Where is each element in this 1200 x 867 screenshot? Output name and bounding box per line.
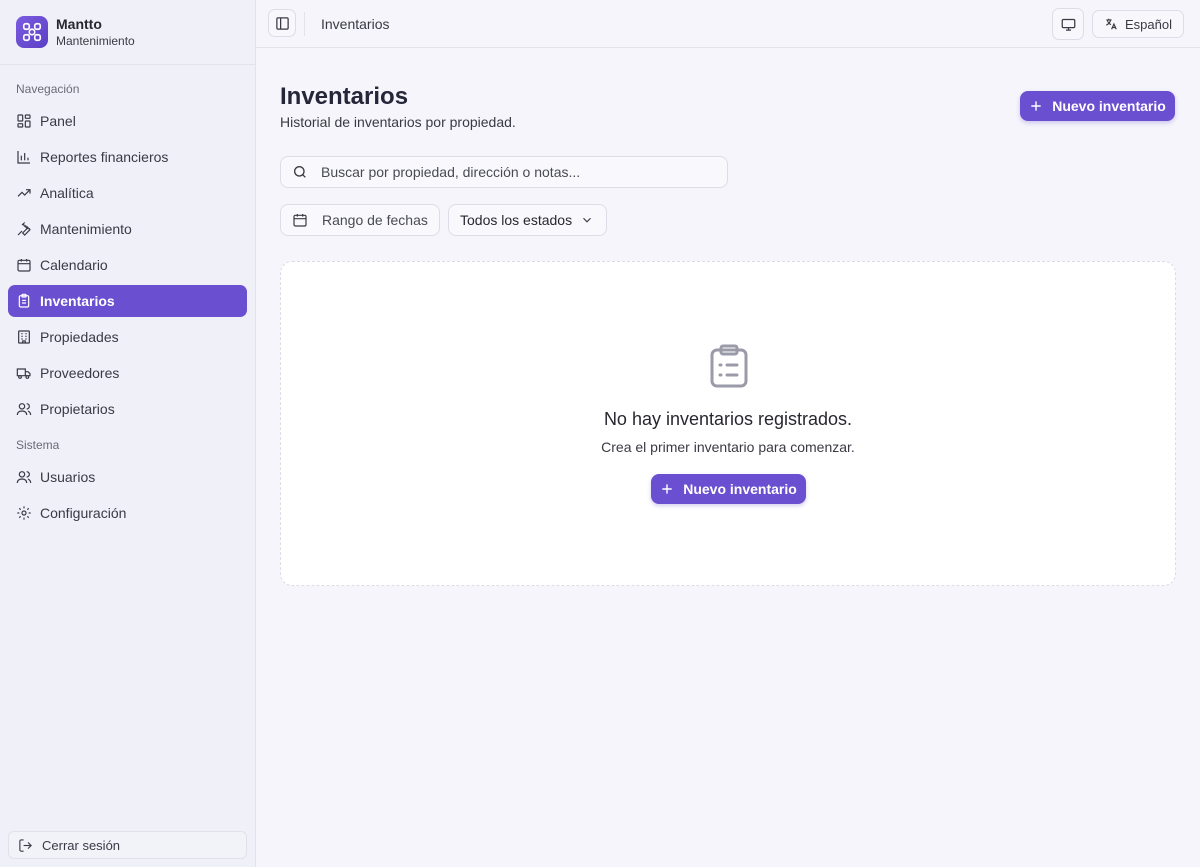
brand-header[interactable]: Mantto Mantenimiento (0, 0, 255, 65)
date-range-label: Rango de fechas (322, 212, 428, 228)
sidebar-item-settings[interactable]: Configuración (8, 497, 247, 529)
new-inventory-label: Nuevo inventario (1052, 98, 1166, 114)
logout-button[interactable]: Cerrar sesión (8, 831, 247, 859)
date-range-filter[interactable]: Rango de fechas (280, 204, 440, 236)
chevron-down-icon (583, 217, 591, 223)
building-icon (18, 330, 30, 344)
sidebar-item-label: Calendario (40, 257, 108, 273)
users-icon (16, 403, 32, 416)
logout-icon (19, 838, 32, 852)
sidebar-panel-icon (275, 16, 289, 30)
sidebar-system-nav: Usuarios Configuración (0, 461, 255, 529)
calendar-icon (17, 259, 31, 272)
sidebar-item-financial-reports[interactable]: Reportes financieros (8, 141, 247, 173)
page-subtitle: Historial de inventarios por propiedad. (280, 114, 516, 130)
sidebar-item-label: Analítica (40, 185, 94, 201)
status-filter-label: Todos los estados (460, 212, 573, 228)
sidebar-item-properties[interactable]: Propiedades (8, 321, 247, 353)
sidebar-item-label: Propiedades (40, 329, 119, 345)
monitor-icon (1061, 18, 1075, 31)
status-filter-select[interactable]: Todos los estados (448, 204, 607, 236)
display-mode-button[interactable] (1052, 8, 1084, 40)
grid-icon (17, 114, 31, 128)
sidebar-item-label: Panel (40, 113, 76, 129)
truck-icon (16, 368, 31, 379)
clipboard-icon (18, 293, 30, 308)
users-icon (16, 471, 32, 484)
bar-chart-icon (17, 151, 30, 164)
trend-icon (17, 189, 31, 197)
new-inventory-button[interactable]: Nuevo inventario (1020, 91, 1175, 121)
sidebar-item-calendar[interactable]: Calendario (8, 249, 247, 281)
empty-state-card: No hay inventarios registrados. Crea el … (280, 261, 1176, 586)
empty-state-button-label: Nuevo inventario (683, 481, 797, 497)
brand-subtitle: Mantenimiento (56, 33, 135, 48)
sidebar-item-label: Proveedores (40, 365, 120, 381)
logout-label: Cerrar sesión (42, 837, 121, 853)
empty-state-subtitle: Crea el primer inventario para comenzar. (601, 439, 855, 455)
language-button[interactable]: Español (1092, 10, 1184, 38)
calendar-icon (293, 214, 307, 227)
top-bar: Inventarios Español (256, 0, 1200, 48)
sidebar-item-label: Usuarios (40, 469, 96, 485)
breadcrumb: Inventarios (321, 16, 390, 32)
sidebar-item-inventories[interactable]: Inventarios (8, 285, 247, 317)
section-label-navigation: Navegación (16, 82, 80, 96)
sidebar-item-users[interactable]: Usuarios (8, 461, 247, 493)
gear-network-icon (16, 16, 48, 48)
sidebar-nav: Panel Reportes financieros Analítica Man… (0, 105, 255, 425)
sidebar-item-providers[interactable]: Proveedores (8, 357, 247, 389)
section-label-system: Sistema (16, 438, 60, 452)
search-icon (294, 166, 306, 178)
plus-icon (1031, 101, 1041, 111)
sidebar-item-label: Reportes financieros (40, 149, 169, 165)
plus-icon (662, 484, 672, 494)
gear-icon (17, 506, 31, 520)
sidebar-item-label: Configuración (40, 505, 127, 521)
sidebar-item-label: Mantenimiento (40, 221, 132, 237)
search-input[interactable] (321, 164, 701, 180)
sidebar-item-label: Inventarios (40, 293, 115, 309)
sidebar-item-owners[interactable]: Propietarios (8, 393, 247, 425)
translate-icon (1106, 18, 1117, 30)
sidebar-item-label: Propietarios (40, 401, 115, 417)
sidebar-item-analytics[interactable]: Analítica (8, 177, 247, 209)
language-label: Español (1125, 16, 1172, 32)
page-title: Inventarios (280, 83, 409, 110)
sidebar-item-panel[interactable]: Panel (8, 105, 247, 137)
empty-state-title: No hay inventarios registrados. (603, 409, 853, 429)
brand-name: Mantto (56, 15, 102, 32)
topbar-divider (304, 12, 305, 36)
clipboard-list-icon (710, 344, 748, 388)
sidebar: Mantto Mantenimiento Navegación Panel Re… (0, 0, 256, 867)
empty-state-new-inventory-button[interactable]: Nuevo inventario (651, 474, 806, 504)
wrench-icon (17, 221, 31, 236)
search-box[interactable] (280, 156, 728, 188)
sidebar-item-maintenance[interactable]: Mantenimiento (8, 213, 247, 245)
sidebar-toggle-button[interactable] (268, 9, 296, 37)
